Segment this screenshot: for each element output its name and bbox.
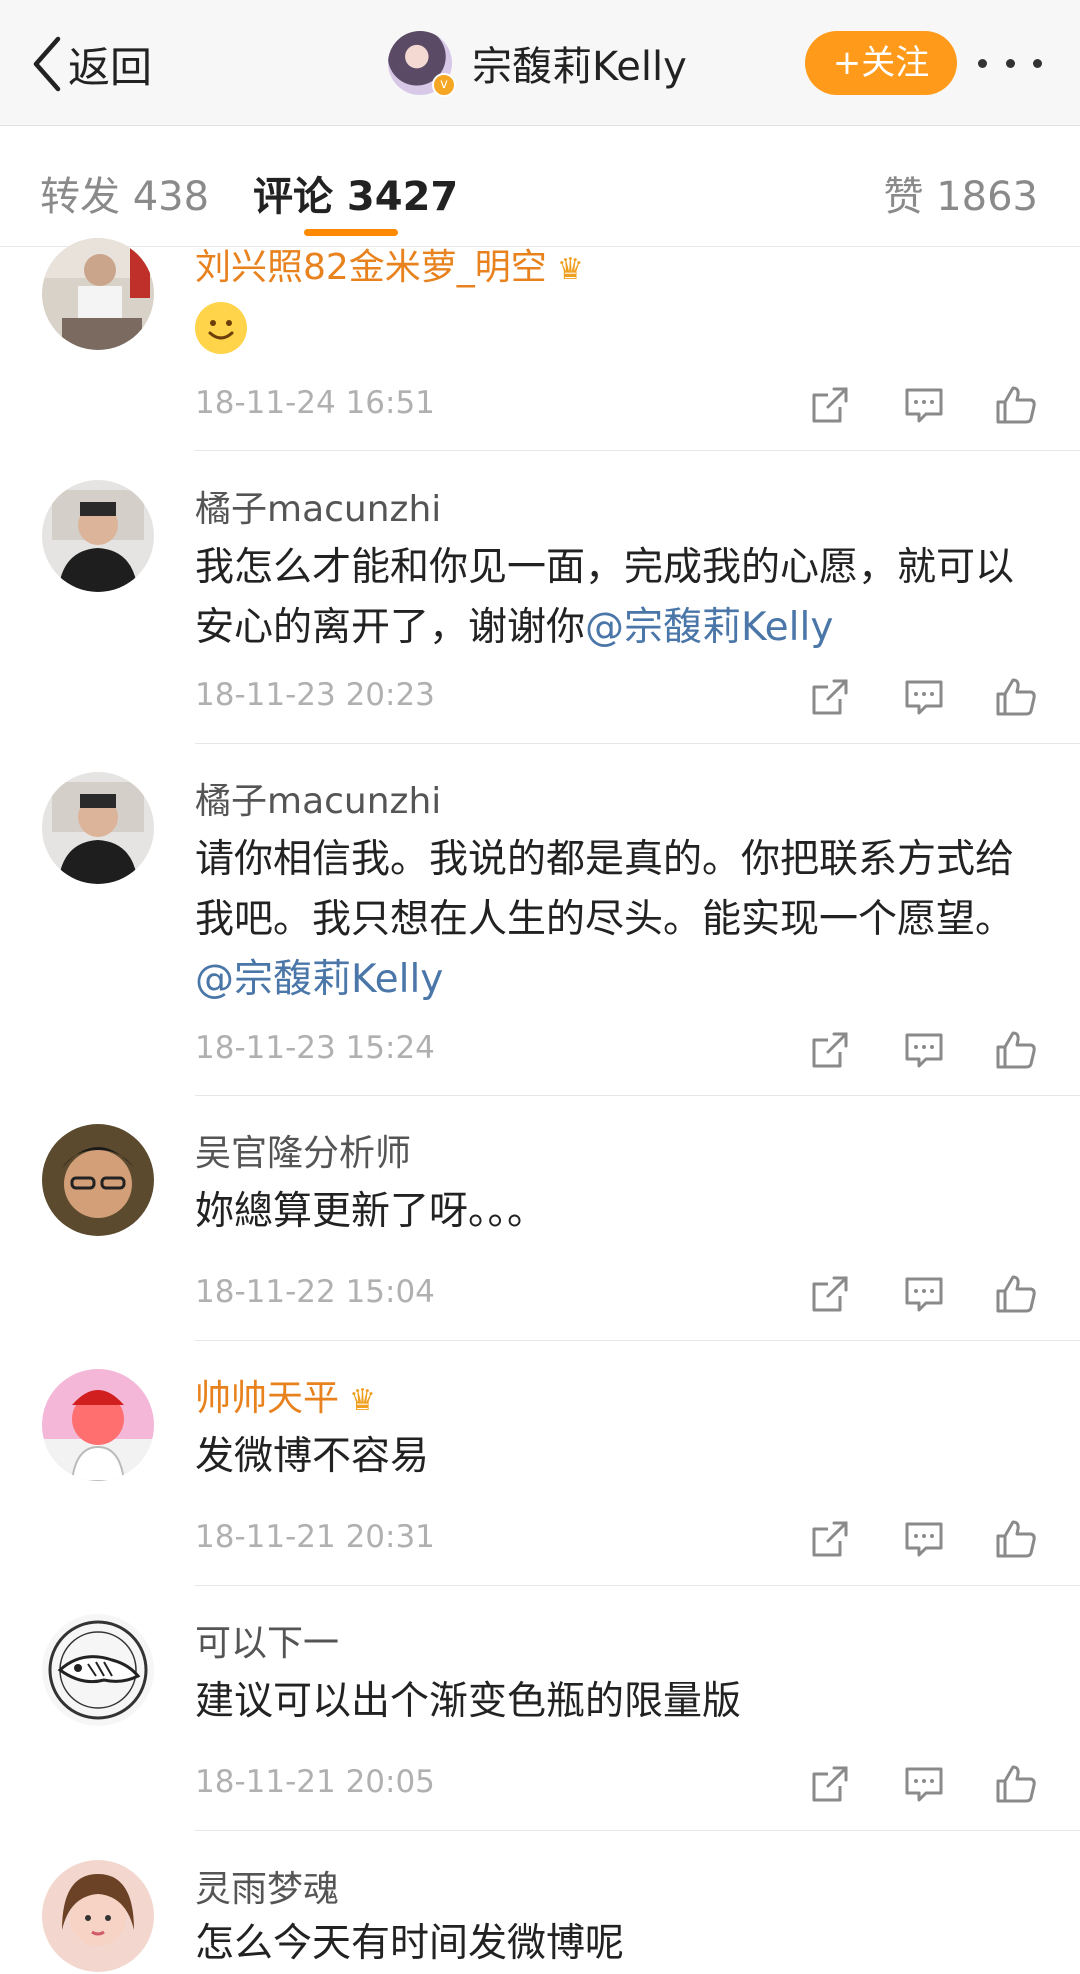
back-button[interactable]: 返回 <box>30 32 152 96</box>
avatar[interactable]: v <box>388 31 456 97</box>
tab-comments[interactable]: 评论 3427 <box>253 164 458 222</box>
share-icon[interactable] <box>808 1517 852 1561</box>
commenter-name[interactable]: 橘子macunzhi <box>195 772 441 824</box>
vip-crown-icon: ♛ <box>556 251 584 287</box>
avatar[interactable] <box>42 1369 154 1481</box>
back-label: 返回 <box>68 42 153 92</box>
tab-reposts[interactable]: 转发 438 <box>40 164 209 222</box>
mention-link[interactable]: @宗馥莉Kelly <box>585 605 833 650</box>
avatar[interactable] <box>42 1614 154 1726</box>
comment-icon[interactable] <box>902 675 946 719</box>
comment-text: 请你相信我。我说的都是真的。你把联系方式给我吧。我只想在人生的尽头。能实现一个愿… <box>195 837 1015 1002</box>
comment-time: 18-11-22 15:04 <box>195 1274 435 1310</box>
share-icon[interactable] <box>808 1272 852 1316</box>
more-options-icon[interactable] <box>978 45 1042 81</box>
vip-crown-icon: ♛ <box>349 1382 376 1418</box>
follow-button[interactable]: +关注 <box>805 31 957 95</box>
comment-actions <box>808 1762 1038 1808</box>
comment-icon[interactable] <box>902 1028 946 1072</box>
comment-actions <box>808 1028 1038 1074</box>
share-icon[interactable] <box>808 1762 852 1806</box>
chevron-left-icon <box>33 36 61 92</box>
profile-header[interactable]: v 宗馥莉Kelly <box>388 28 687 98</box>
commenter-name[interactable]: 刘兴照82金米萝_明空 ♛ <box>195 238 584 290</box>
avatar[interactable] <box>42 1860 154 1972</box>
commenter-name[interactable]: 橘子macunzhi <box>195 480 441 532</box>
divider <box>195 1095 1080 1096</box>
divider <box>195 450 1080 451</box>
comment-text: 妳總算更新了呀。。。 <box>195 1189 547 1234</box>
share-icon[interactable] <box>808 383 852 427</box>
like-icon[interactable] <box>994 1762 1038 1806</box>
divider <box>195 743 1080 744</box>
like-icon[interactable] <box>994 1028 1038 1072</box>
comment-icon[interactable] <box>902 383 946 427</box>
commenter-name[interactable]: 帅帅天平 ♛ <box>195 1369 376 1421</box>
commenter-name[interactable]: 吴官隆分析师 <box>195 1124 411 1176</box>
verified-badge-icon: v <box>432 73 456 97</box>
like-icon[interactable] <box>994 675 1038 719</box>
share-icon[interactable] <box>808 1028 852 1072</box>
top-nav-bar: 返回 v 宗馥莉Kelly +关注 <box>0 0 1080 126</box>
avatar[interactable] <box>42 772 154 884</box>
comment-text: 怎么今天有时间发微博呢 <box>195 1921 625 1966</box>
comment-text: 发微博不容易 <box>195 1434 430 1479</box>
comment-time: 18-11-21 20:31 <box>195 1519 435 1555</box>
like-icon[interactable] <box>994 1272 1038 1316</box>
comment-time: 18-11-23 15:24 <box>195 1030 435 1066</box>
tab-likes[interactable]: 赞 1863 <box>883 164 1038 222</box>
divider <box>195 1830 1080 1831</box>
comment-time: 18-11-21 20:05 <box>195 1764 435 1800</box>
avatar[interactable] <box>42 480 154 592</box>
divider <box>195 1585 1080 1586</box>
smile-emoji-icon <box>195 302 247 354</box>
comment-actions <box>808 675 1038 721</box>
comment-actions <box>808 383 1038 429</box>
comment-icon[interactable] <box>902 1762 946 1806</box>
commenter-name[interactable]: 灵雨梦魂 <box>195 1860 339 1912</box>
comment-actions <box>808 1272 1038 1318</box>
comment-time: 18-11-23 20:23 <box>195 677 435 713</box>
comment-time: 18-11-24 16:51 <box>195 385 435 421</box>
tab-bar: 转发 438 评论 3427 赞 1863 <box>0 126 1080 247</box>
divider <box>195 1340 1080 1341</box>
profile-name[interactable]: 宗馥莉Kelly <box>472 34 687 92</box>
avatar[interactable] <box>42 1124 154 1236</box>
share-icon[interactable] <box>808 675 852 719</box>
commenter-name[interactable]: 可以下一 <box>195 1614 339 1666</box>
like-icon[interactable] <box>994 383 1038 427</box>
comment-icon[interactable] <box>902 1517 946 1561</box>
comment-text: 建议可以出个渐变色瓶的限量版 <box>195 1679 742 1724</box>
comment-text <box>195 296 1045 372</box>
comment-text: 我怎么才能和你见一面，完成我的心愿，就可以安心的离开了，谢谢你@宗馥莉Kelly <box>195 545 1015 650</box>
active-tab-indicator <box>304 229 398 236</box>
comment-icon[interactable] <box>902 1272 946 1316</box>
comment-actions <box>808 1517 1038 1563</box>
avatar[interactable] <box>42 238 154 350</box>
like-icon[interactable] <box>994 1517 1038 1561</box>
mention-link[interactable]: @宗馥莉Kelly <box>195 957 443 1002</box>
